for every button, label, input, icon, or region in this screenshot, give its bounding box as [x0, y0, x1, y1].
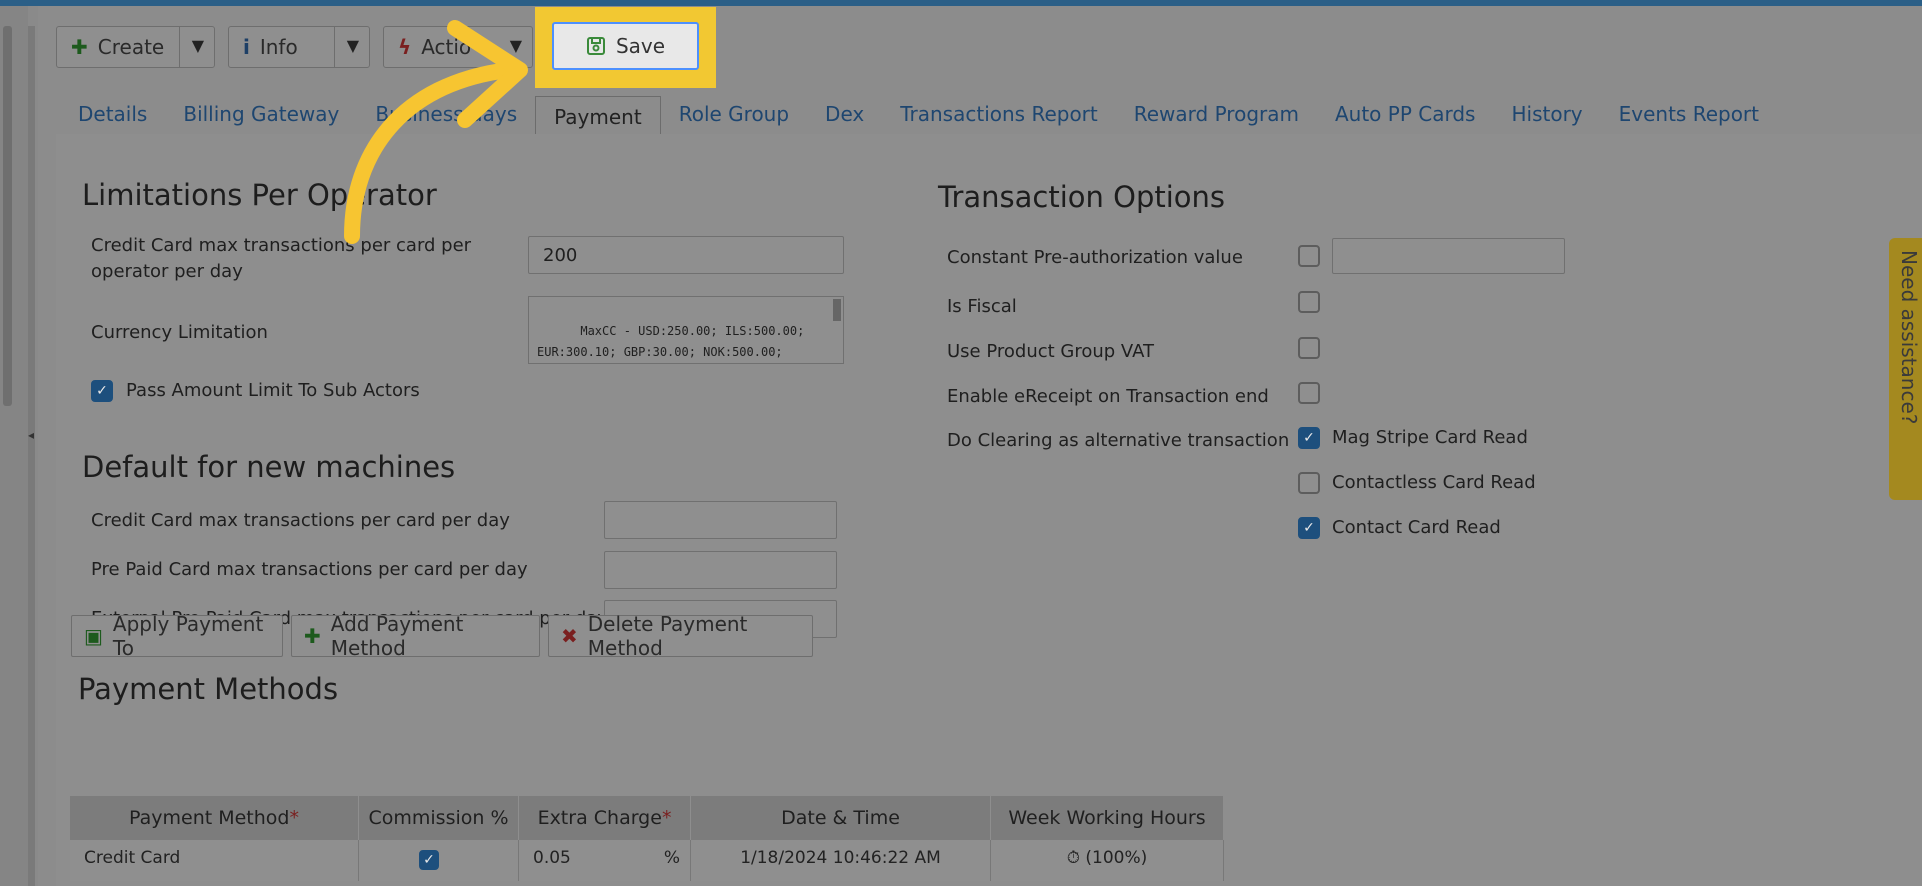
close-icon: ✖	[561, 624, 578, 648]
transaction-options-title: Transaction Options	[938, 180, 1226, 214]
tab-reward-program[interactable]: Reward Program	[1116, 90, 1317, 134]
save-icon: ▣	[84, 624, 103, 648]
fiscal-checkbox[interactable]	[1298, 291, 1320, 313]
tutorial-arrow	[344, 20, 528, 244]
textarea-scrollbar[interactable]	[833, 299, 841, 321]
chevron-down-icon[interactable]: ▼	[192, 36, 204, 55]
commission-checkbox[interactable]: ✓	[419, 850, 439, 870]
payment-methods-title: Payment Methods	[78, 672, 339, 706]
week-hours-cell[interactable]: ⏱ (100%)	[991, 840, 1224, 881]
add-payment-label: Add Payment Method	[330, 612, 464, 660]
defaults-title: Default for new machines	[82, 450, 456, 484]
need-assistance-label: Need assistance?	[1897, 250, 1921, 425]
commission-cell[interactable]: ✓	[359, 840, 519, 881]
pass-amount-label: Pass Amount Limit To Sub Actors	[126, 380, 420, 401]
tab-transactions-report[interactable]: Transactions Report	[882, 90, 1116, 134]
apply-payment-button[interactable]: ▣ Apply Payment To	[71, 612, 283, 660]
product-vat-checkbox[interactable]	[1298, 337, 1320, 359]
tab-billing-gateway[interactable]: Billing Gateway	[165, 90, 357, 134]
currency-limitation-label: Currency Limitation	[91, 322, 268, 343]
extra-charge-cell[interactable]: 0.05 %	[519, 840, 691, 881]
delete-payment-button[interactable]: ✖ Delete Payment Method	[548, 612, 813, 660]
pre-auth-checkbox[interactable]	[1298, 245, 1320, 267]
mag-stripe-label: Mag Stripe Card Read	[1332, 427, 1528, 448]
default-pp-input[interactable]	[604, 551, 837, 589]
tab-bar: Details Billing Gateway Business days Pa…	[60, 90, 1777, 134]
create-button[interactable]: ✚ Create ▼	[56, 26, 215, 68]
need-assistance-tab[interactable]: Need assistance?	[1889, 238, 1922, 500]
ereceipt-checkbox[interactable]	[1298, 382, 1320, 404]
col-payment-method[interactable]: Payment Method *	[70, 796, 359, 840]
pass-amount-checkbox[interactable]: ✓	[91, 380, 113, 402]
cc-max-operator-input[interactable]: 200	[528, 236, 844, 274]
panel-splitter[interactable]	[28, 26, 35, 886]
tab-role-group[interactable]: Role Group	[661, 90, 807, 134]
contact-checkbox[interactable]: ✓	[1298, 517, 1320, 539]
mag-stripe-checkbox[interactable]: ✓	[1298, 427, 1320, 449]
date-time-cell: 1/18/2024 10:46:22 AM	[691, 840, 991, 881]
tab-details[interactable]: Details	[60, 90, 165, 134]
default-pp-label: Pre Paid Card max transactions per card …	[91, 559, 528, 580]
plus-icon: ✚	[304, 624, 321, 648]
col-week-working-hours[interactable]: Week Working Hours	[991, 796, 1224, 840]
payment-methods-grid: Payment Method * Commission % Extra Charg…	[70, 796, 1224, 881]
save-icon	[586, 37, 605, 55]
table-row[interactable]: Credit Card ✓ 0.05 % 1/18/2024 10:46:22 …	[70, 840, 1224, 881]
contactless-checkbox[interactable]	[1298, 472, 1320, 494]
pre-auth-input[interactable]	[1332, 238, 1565, 274]
vertical-scrollbar[interactable]	[3, 26, 12, 406]
payment-method-cell[interactable]: Credit Card	[70, 840, 359, 881]
save-button[interactable]: Save	[552, 22, 699, 70]
add-payment-button[interactable]: ✚ Add Payment Method	[291, 612, 540, 660]
apply-payment-label: Apply Payment To	[112, 612, 264, 660]
col-commission[interactable]: Commission %	[359, 796, 519, 840]
product-vat-label: Use Product Group VAT	[947, 341, 1155, 362]
create-label: Create	[97, 35, 165, 59]
info-icon: i	[243, 35, 250, 59]
ereceipt-label: Enable eReceipt on Transaction end	[947, 386, 1269, 407]
main-app: ✚ Create ▼ i Info ▼ ϟ Actio ▼ Details Bi…	[38, 6, 1922, 886]
pre-auth-label: Constant Pre-authorization value	[947, 247, 1243, 268]
currency-limitation-textarea[interactable]: MaxCC - USD:250.00; ILS:500.00; EUR:300.…	[528, 296, 844, 364]
delete-payment-label: Delete Payment Method	[587, 612, 748, 660]
clock-icon: ⏱	[1066, 848, 1086, 868]
default-cc-input[interactable]	[604, 501, 837, 539]
grid-header: Payment Method * Commission % Extra Charg…	[70, 796, 1224, 840]
contactless-label: Contactless Card Read	[1332, 472, 1536, 493]
info-label: Info	[259, 35, 298, 59]
save-label: Save	[615, 34, 666, 58]
tab-dex[interactable]: Dex	[807, 90, 882, 134]
tab-auto-pp-cards[interactable]: Auto PP Cards	[1317, 90, 1493, 134]
fiscal-label: Is Fiscal	[947, 296, 1017, 317]
col-date-time[interactable]: Date & Time	[691, 796, 991, 840]
col-extra-charge[interactable]: Extra Charge *	[519, 796, 691, 840]
left-rail: ◂	[0, 6, 35, 886]
contact-label: Contact Card Read	[1332, 517, 1501, 538]
collapse-left-icon[interactable]: ◂	[28, 428, 34, 442]
tab-events-report[interactable]: Events Report	[1601, 90, 1777, 134]
default-cc-label: Credit Card max transactions per card pe…	[91, 510, 510, 531]
tab-history[interactable]: History	[1493, 90, 1600, 134]
plus-icon: ✚	[71, 35, 88, 59]
currency-limitation-value: MaxCC - USD:250.00; ILS:500.00; EUR:300.…	[537, 324, 805, 359]
clearing-label: Do Clearing as alternative transaction	[947, 430, 1290, 451]
